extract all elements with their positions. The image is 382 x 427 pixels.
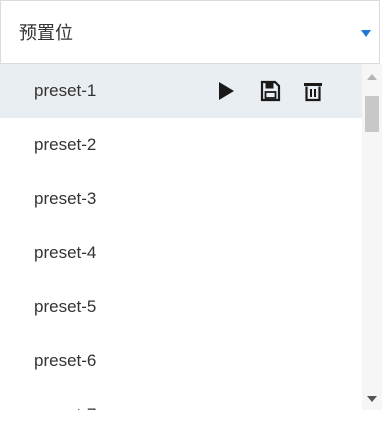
list-item[interactable]: preset-6 — [0, 334, 362, 388]
list-item[interactable]: preset-7 — [0, 388, 362, 410]
preset-label: preset-4 — [34, 243, 97, 262]
preset-label: preset-1 — [34, 81, 97, 100]
preset-list: preset-1 preset-2 preset-3 preset-4 pres… — [0, 64, 382, 410]
preset-dropdown-title: 预置位 — [19, 23, 73, 43]
preset-label: preset-5 — [34, 297, 97, 316]
preset-label: preset-3 — [34, 189, 97, 208]
scroll-down-arrow-icon[interactable] — [367, 396, 377, 402]
scroll-up-arrow-icon[interactable] — [367, 74, 377, 80]
scrollbar-thumb[interactable] — [365, 96, 379, 132]
list-item[interactable]: preset-1 — [0, 64, 362, 118]
preset-panel: 预置位 preset-1 preset-2 preset-3 preset-4 … — [0, 0, 382, 427]
play-icon[interactable] — [215, 80, 237, 102]
list-item[interactable]: preset-5 — [0, 280, 362, 334]
preset-label: preset-7 — [34, 404, 96, 410]
save-icon[interactable] — [259, 80, 281, 102]
trash-icon[interactable] — [302, 80, 324, 102]
list-item[interactable]: preset-3 — [0, 172, 362, 226]
preset-label: preset-2 — [34, 135, 97, 154]
preset-label: preset-6 — [34, 351, 97, 370]
caret-down-icon[interactable] — [361, 30, 371, 37]
preset-dropdown-header[interactable]: 预置位 — [0, 0, 380, 64]
vertical-scrollbar[interactable] — [362, 64, 382, 410]
list-item[interactable]: preset-4 — [0, 226, 362, 280]
list-item[interactable]: preset-2 — [0, 118, 362, 172]
